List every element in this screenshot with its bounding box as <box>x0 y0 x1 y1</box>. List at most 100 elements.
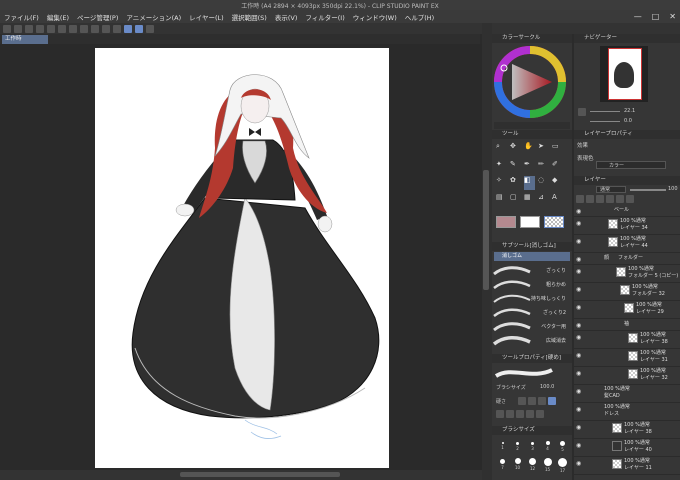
opacity-slider[interactable] <box>630 189 666 191</box>
eye-icon[interactable]: ◉ <box>576 220 581 227</box>
document-tab[interactable]: 工作時 <box>2 35 48 44</box>
brush-item[interactable]: ベクター用 <box>492 320 572 334</box>
menu-view[interactable]: 表示(V) <box>271 12 302 22</box>
brush-size-option[interactable]: 5 <box>556 440 569 455</box>
undo-icon[interactable] <box>36 24 44 33</box>
close-button[interactable]: ✕ <box>669 12 676 21</box>
eye-icon[interactable]: ◉ <box>576 268 581 275</box>
layer-row[interactable]: ◉ 100 %通常 ドレス <box>574 403 680 421</box>
brush-item[interactable]: ざっくり <box>492 264 572 278</box>
new-icon[interactable] <box>3 24 11 33</box>
layer-row[interactable]: ◉ 100 %通常 レイヤー 11 <box>574 457 680 475</box>
brush-item[interactable]: ざっくり2 <box>492 306 572 320</box>
gradient-tool-icon[interactable]: ▤ <box>496 193 507 207</box>
lock-icon[interactable] <box>596 195 604 203</box>
zoom-slider[interactable] <box>590 111 620 112</box>
vertical-scroll-thumb[interactable] <box>483 170 489 290</box>
pressure-option[interactable] <box>536 410 544 418</box>
eye-icon[interactable]: ◉ <box>576 442 581 449</box>
pressure-option[interactable] <box>516 410 524 418</box>
eye-icon[interactable]: ◉ <box>576 370 581 377</box>
color-wheel[interactable] <box>492 44 572 124</box>
maximize-button[interactable]: □ <box>652 12 660 21</box>
fill-icon[interactable] <box>80 24 88 33</box>
brush-size-value[interactable]: 100.0 <box>540 384 554 390</box>
frame-tool-icon[interactable]: ▦ <box>524 193 535 207</box>
minimize-button[interactable]: — <box>634 12 642 21</box>
pressure-option[interactable] <box>506 410 514 418</box>
layer-row[interactable]: ◉ 100 %通常 レイヤー 44 <box>574 235 680 253</box>
eye-icon[interactable]: ◉ <box>576 286 581 293</box>
deselect-icon[interactable] <box>102 24 110 33</box>
layer-row[interactable]: ◉ 100 %通常 レイヤー 38 <box>574 331 680 349</box>
clip-icon[interactable] <box>606 195 614 203</box>
mask-icon[interactable] <box>616 195 624 203</box>
layer-row[interactable]: ◉ 100 %通常 フォルダー 5 (コピー) <box>574 265 680 283</box>
hardness-option[interactable] <box>528 397 536 405</box>
blend-mode-select[interactable]: 通常 <box>596 186 626 193</box>
save-icon[interactable] <box>25 24 33 33</box>
ruler-tool-icon[interactable]: ⊿ <box>538 193 549 207</box>
eye-icon[interactable]: ◉ <box>576 388 581 395</box>
menu-window[interactable]: ウィンドウ(W) <box>349 12 401 22</box>
eye-icon[interactable]: ◉ <box>576 406 581 413</box>
move-tool-icon[interactable]: ✥ <box>510 142 521 157</box>
layer-row[interactable]: ◉ 袖 <box>574 319 680 331</box>
decoration-icon[interactable]: ✿ <box>510 176 521 190</box>
brush-item[interactable]: 持ち味しっくり <box>492 292 572 306</box>
brush-tool-icon[interactable]: ✐ <box>552 160 563 174</box>
layer-row[interactable]: ◉ 100 %通常 レイヤー 34 <box>574 217 680 235</box>
operation-tool-icon[interactable]: ➤ <box>538 142 549 157</box>
eye-icon[interactable]: ◉ <box>576 238 581 245</box>
fill-tool-icon[interactable]: ◆ <box>552 176 563 190</box>
hardness-option[interactable] <box>518 397 526 405</box>
expression-select[interactable]: カラー <box>596 161 666 169</box>
hardness-option[interactable] <box>548 397 556 405</box>
hand-tool-icon[interactable]: ✋ <box>524 142 535 157</box>
layer-row[interactable]: ◉ 100 %通常 髪CAD <box>574 385 680 403</box>
layer-row[interactable]: ◉ 100 %通常 フォルダー 32 <box>574 283 680 301</box>
layer-row[interactable]: ◉ 顔フォルダー <box>574 253 680 265</box>
sub-tool-active[interactable]: 消しゴム <box>494 252 570 261</box>
menu-animation[interactable]: アニメーション(A) <box>122 12 185 22</box>
open-icon[interactable] <box>14 24 22 33</box>
sub-color-swatch[interactable] <box>520 216 540 228</box>
layer-row[interactable]: ◉ 100 %通常 レイヤー 32 <box>574 367 680 385</box>
brush-size-option[interactable]: 2 <box>511 440 524 455</box>
brush-size-option[interactable]: 3 <box>526 440 539 455</box>
layer-row[interactable]: ◉ 100 %通常 レイヤー 38 <box>574 421 680 439</box>
clear-icon[interactable] <box>58 24 66 33</box>
menu-page[interactable]: ページ管理(P) <box>73 12 122 22</box>
select-all-icon[interactable] <box>91 24 99 33</box>
eraser-tool-icon[interactable]: ◧ <box>524 176 535 190</box>
auto-select-icon[interactable]: ✦ <box>496 160 507 174</box>
eye-icon[interactable]: ◉ <box>576 322 581 329</box>
transform-icon[interactable] <box>69 24 77 33</box>
delete-layer-icon[interactable] <box>626 195 634 203</box>
brush-size-option[interactable]: 17 <box>556 458 569 476</box>
select-tool-icon[interactable]: ▭ <box>552 142 563 157</box>
snap-special-ruler-icon[interactable] <box>135 24 143 33</box>
pressure-option[interactable] <box>496 410 504 418</box>
zoom-tool-icon[interactable]: ⌕ <box>496 142 507 157</box>
brush-item[interactable]: 広域消去 <box>492 334 572 348</box>
menu-selection[interactable]: 選択範囲(S) <box>228 12 271 22</box>
pen-tool-icon[interactable]: ✒ <box>524 160 535 174</box>
menu-file[interactable]: ファイル(F) <box>0 12 43 22</box>
eyedropper-icon[interactable]: ✎ <box>510 160 521 174</box>
invert-selection-icon[interactable] <box>113 24 121 33</box>
layer-row[interactable]: ◉ ベール <box>574 205 680 217</box>
redo-icon[interactable] <box>47 24 55 33</box>
menu-help[interactable]: ヘルプ(H) <box>401 12 438 22</box>
horizontal-scroll-thumb[interactable] <box>180 472 340 477</box>
blend-tool-icon[interactable]: ◌ <box>538 176 549 190</box>
text-tool-icon[interactable]: A <box>552 193 563 207</box>
menu-filter[interactable]: フィルター(I) <box>301 12 348 22</box>
hardness-selector[interactable] <box>518 397 568 405</box>
snap-ruler-icon[interactable] <box>124 24 132 33</box>
color-value-bar[interactable] <box>494 122 570 129</box>
menu-edit[interactable]: 編集(E) <box>43 12 73 22</box>
eye-icon[interactable]: ◉ <box>576 208 581 215</box>
airbrush-icon[interactable]: ✧ <box>496 176 507 190</box>
brush-size-option[interactable]: 10 <box>511 458 524 476</box>
